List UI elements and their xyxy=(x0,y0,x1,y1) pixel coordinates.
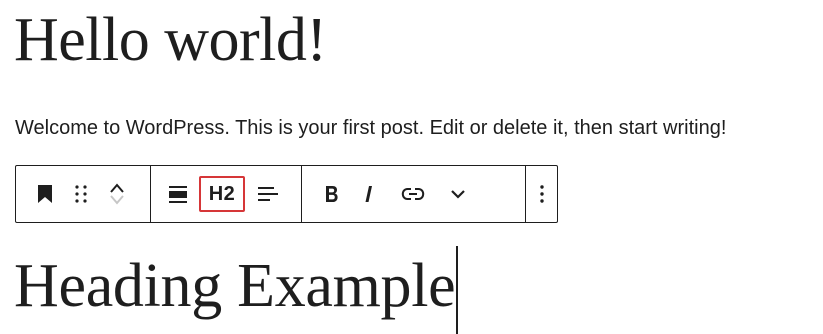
heading-level-button[interactable]: H2 xyxy=(199,176,245,212)
heading-text: Heading Example xyxy=(14,252,456,320)
toolbar-group-block xyxy=(16,166,151,222)
block-type-button[interactable] xyxy=(28,174,62,214)
italic-button[interactable] xyxy=(348,174,390,214)
move-up-down-buttons[interactable] xyxy=(100,174,134,214)
chevron-down-icon xyxy=(450,189,466,199)
align-wide-icon xyxy=(168,184,188,204)
paragraph-block[interactable]: Welcome to WordPress. This is your first… xyxy=(15,114,726,142)
bold-button[interactable] xyxy=(314,174,348,214)
bold-icon xyxy=(323,184,339,204)
link-icon xyxy=(401,186,425,202)
post-title[interactable]: Hello world! xyxy=(14,2,327,78)
toolbar-group-options xyxy=(526,166,557,222)
align-wide-button[interactable] xyxy=(163,174,193,214)
italic-icon xyxy=(363,184,375,204)
text-align-button[interactable] xyxy=(253,174,283,214)
more-options-button[interactable] xyxy=(527,174,557,214)
move-up-icon[interactable] xyxy=(109,182,125,194)
text-align-left-icon xyxy=(257,184,279,204)
text-cursor xyxy=(456,246,459,334)
link-button[interactable] xyxy=(390,174,436,214)
drag-handle-button[interactable] xyxy=(62,174,100,214)
more-options-icon xyxy=(539,184,545,204)
drag-handle-icon xyxy=(74,184,88,204)
bookmark-icon xyxy=(37,184,53,204)
toolbar-group-formatting: H2 xyxy=(151,166,302,222)
block-toolbar: H2 xyxy=(15,165,558,223)
more-formats-button[interactable] xyxy=(436,174,480,214)
heading-block[interactable]: Heading Example xyxy=(14,242,459,334)
move-down-icon[interactable] xyxy=(109,194,125,206)
toolbar-group-inline xyxy=(302,166,526,222)
